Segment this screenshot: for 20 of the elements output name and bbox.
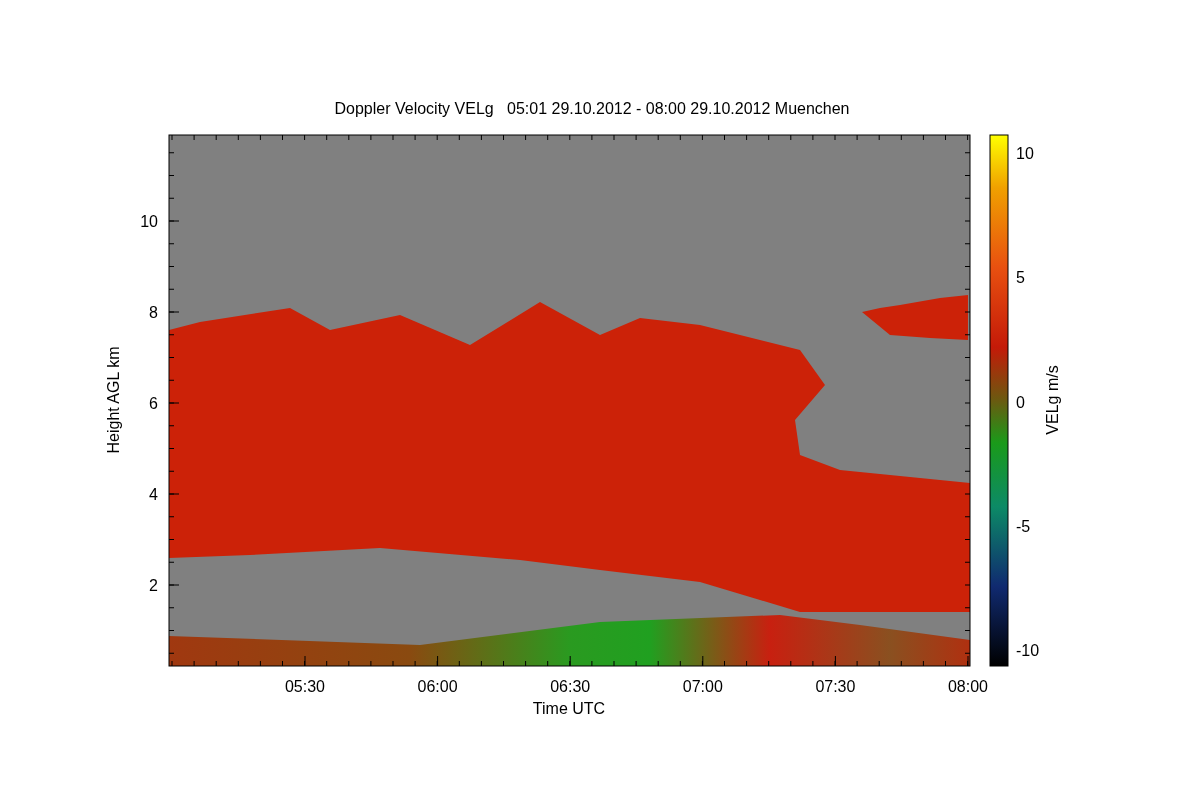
y-axis-label: Height AGL km	[105, 346, 122, 454]
tick-label: 06:00	[417, 678, 458, 695]
tick-label: 08:00	[948, 678, 988, 695]
tick-label: 05:30	[285, 678, 325, 695]
colorbar-label: VELg m/s	[1044, 365, 1061, 435]
tick-label: 2	[149, 577, 158, 594]
tick-label: -5	[1016, 517, 1031, 535]
plot-title: Doppler Velocity VELg 05:01 29.10.2012 - 08:00 29.10.2012 Muenchen	[334, 100, 850, 117]
tick-label: 0	[1016, 393, 1025, 411]
tick-label: -10	[1016, 642, 1040, 659]
tick-label: 6	[149, 395, 158, 412]
x-axis-label: Time UTC	[532, 700, 606, 717]
tick-label: 06:30	[550, 678, 591, 695]
tick-label: 10	[140, 213, 158, 230]
tick-label: 10	[1016, 145, 1034, 162]
tick-label: 5	[1016, 269, 1025, 287]
tick-label: 4	[149, 486, 158, 503]
tick-label: 8	[149, 304, 158, 321]
tick-label: 07:30	[815, 678, 856, 695]
tick-label: 07:00	[682, 678, 723, 695]
